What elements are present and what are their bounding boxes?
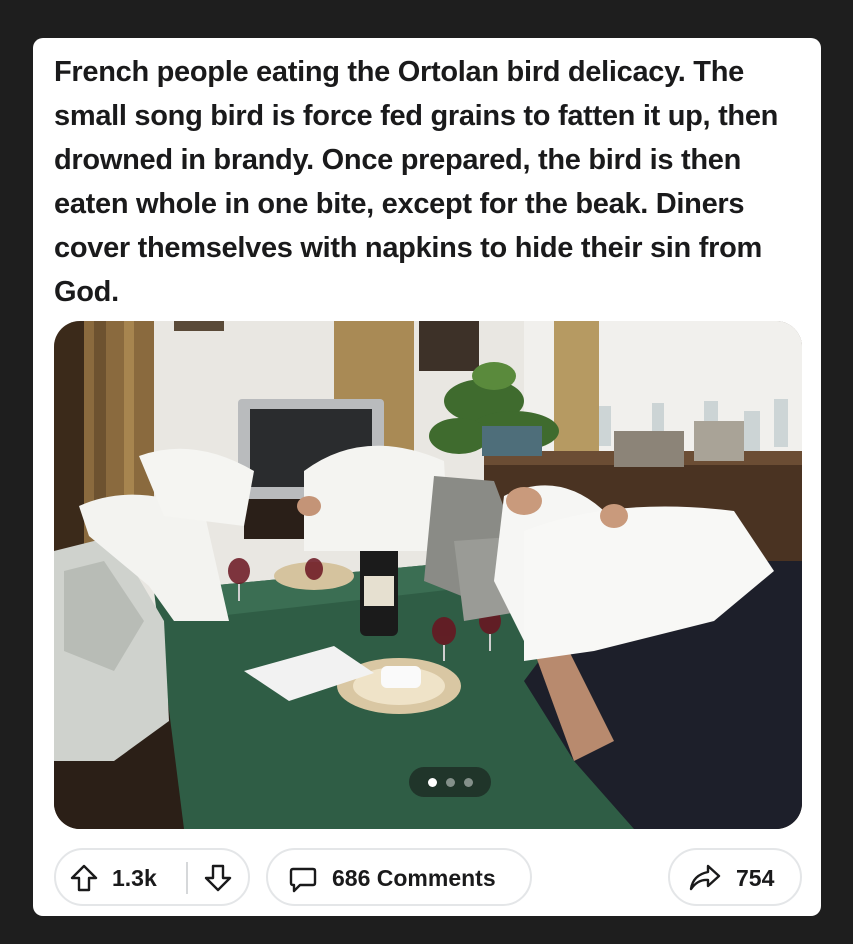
carousel-dot[interactable]: [463, 777, 473, 787]
vote-control: 1.3k: [54, 848, 250, 906]
post-title[interactable]: French people eating the Ortolan bird de…: [54, 50, 804, 314]
post-image-carousel[interactable]: [54, 321, 802, 829]
post-card[interactable]: French people eating the Ortolan bird de…: [33, 38, 821, 916]
vote-score: 1.3k: [112, 865, 157, 891]
post-action-bar: 1.3k 686 Comments 754: [54, 848, 802, 908]
share-arrow-icon: [688, 862, 722, 894]
comments-count: 686 Comments: [332, 865, 496, 891]
speech-bubble-icon: [288, 864, 318, 894]
arrow-down-outline-icon: [204, 864, 232, 892]
carousel-indicator[interactable]: [409, 767, 491, 797]
vote-divider: [186, 862, 188, 894]
share-count: 754: [736, 865, 775, 891]
comments-button[interactable]: 686 Comments: [266, 848, 532, 906]
carousel-dot-active[interactable]: [427, 777, 437, 787]
arrow-up-outline-icon: [70, 864, 98, 892]
upvote-button[interactable]: [68, 862, 100, 894]
post-photo: [54, 321, 802, 829]
share-button[interactable]: 754: [668, 848, 802, 906]
carousel-dot[interactable]: [445, 777, 455, 787]
downvote-button[interactable]: [202, 862, 234, 894]
